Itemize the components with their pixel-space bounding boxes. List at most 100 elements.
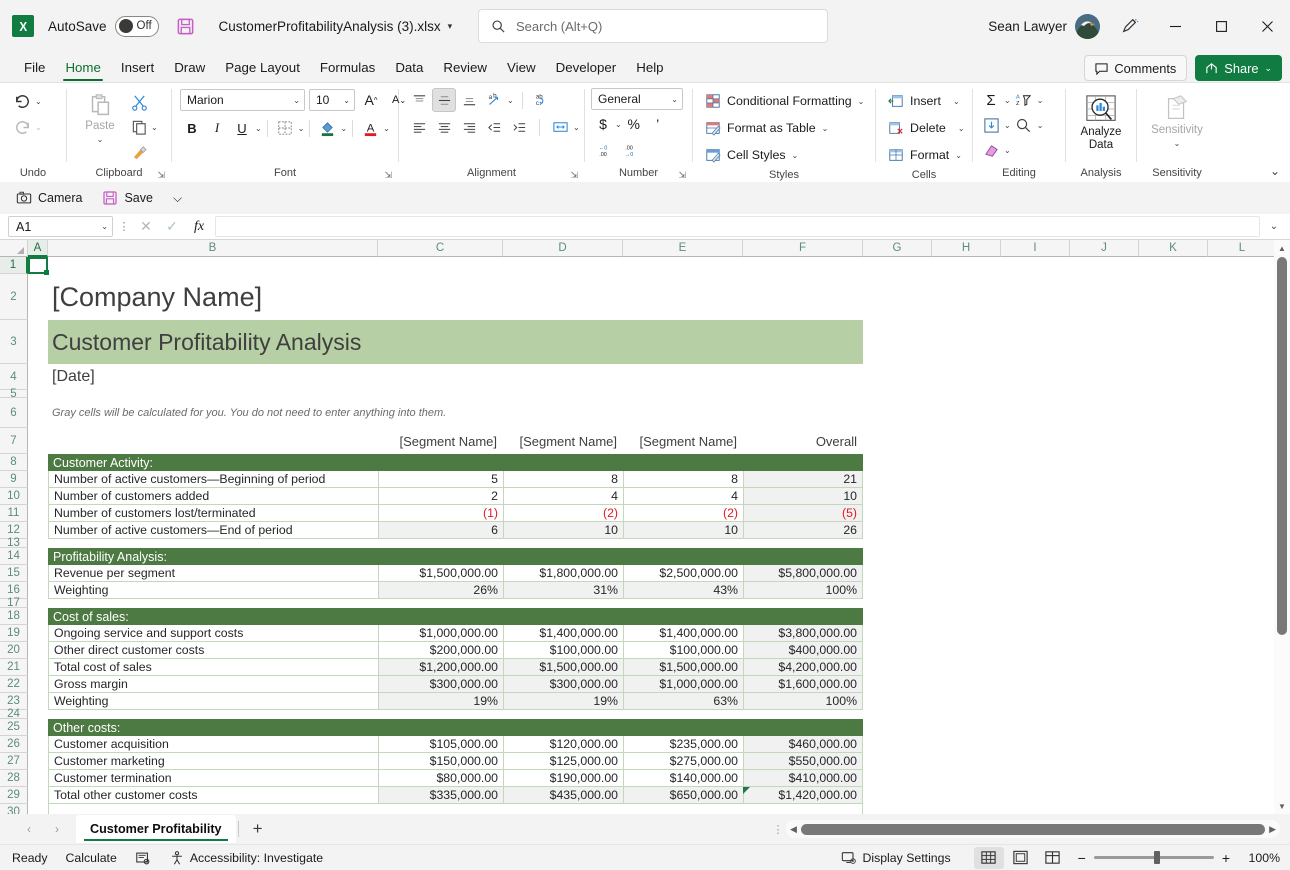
cell-value[interactable]: $235,000.00 (623, 736, 743, 753)
merge-center-button[interactable] (548, 115, 572, 139)
borders-caret[interactable]: ⌄ (298, 124, 305, 133)
format-painter-button[interactable] (127, 140, 151, 164)
sort-filter-caret[interactable]: ⌄ (1037, 96, 1044, 105)
format-as-table-button[interactable]: Format as Table ⌄ (701, 115, 832, 141)
font-dialog-launcher[interactable]: ⇲ (384, 168, 392, 182)
comments-button[interactable]: Comments (1084, 55, 1188, 81)
tab-formulas[interactable]: Formulas (310, 56, 385, 82)
font-size-combo[interactable]: 10 ⌄ (309, 89, 355, 111)
row-header-15[interactable]: 15 (0, 565, 28, 582)
insert-function-button[interactable]: fx (187, 216, 211, 237)
pen-icon[interactable] (1114, 10, 1146, 42)
row-header-1[interactable]: 1 (0, 257, 28, 274)
camera-button[interactable]: Camera (8, 187, 90, 209)
cell-value[interactable]: $400,000.00 (743, 642, 863, 659)
cell-value[interactable]: $1,000,000.00 (623, 676, 743, 693)
underline-caret[interactable]: ⌄ (255, 124, 262, 133)
cell-styles-button[interactable]: Cell Styles ⌄ (701, 142, 802, 168)
row-header-4[interactable]: 4 (0, 364, 28, 390)
column-header-B[interactable]: B (48, 240, 378, 257)
cell-value[interactable]: 31% (503, 582, 623, 599)
zoom-level-label[interactable]: 100% (1240, 851, 1280, 865)
cell-value[interactable]: 10 (623, 522, 743, 539)
cell-value[interactable]: $650,000.00 (623, 787, 743, 804)
row-header-24[interactable]: 24 (0, 708, 28, 720)
cell-note[interactable]: Gray cells will be calculated for you. Y… (48, 398, 668, 428)
confirm-entry-button[interactable]: ✓ (161, 216, 183, 237)
row-label[interactable]: Number of customers added (48, 488, 378, 505)
row-header-17[interactable]: 17 (0, 597, 28, 609)
font-color-caret[interactable]: ⌄ (383, 124, 390, 133)
cell-value[interactable]: $435,000.00 (503, 787, 623, 804)
tab-developer[interactable]: Developer (546, 56, 627, 82)
cell-value[interactable]: $550,000.00 (743, 753, 863, 770)
sensitivity-button[interactable]: Sensitivity ⌄ (1143, 90, 1211, 150)
page-break-view-button[interactable] (1038, 847, 1068, 869)
tab-view[interactable]: View (497, 56, 546, 82)
cell-value[interactable]: 43% (623, 582, 743, 599)
vertical-scrollbar[interactable]: ▲ ▼ (1274, 240, 1290, 814)
paste-button[interactable]: Paste ⌄ (77, 88, 123, 146)
clear-caret[interactable]: ⌄ (1004, 146, 1011, 155)
cell-value[interactable]: $100,000.00 (503, 642, 623, 659)
autosum-caret[interactable]: ⌄ (1004, 96, 1011, 105)
accessibility-checker-button[interactable]: Accessibility: Investigate (160, 847, 332, 869)
row-header-13[interactable]: 13 (0, 537, 28, 549)
increase-decimal-button[interactable]: ←0.00 (591, 138, 615, 162)
fill-color-button[interactable] (315, 116, 339, 140)
vertical-scroll-thumb[interactable] (1277, 257, 1287, 635)
number-format-combo[interactable]: General ⌄ (591, 88, 683, 110)
column-header-E[interactable]: E (623, 240, 743, 257)
autosum-button[interactable]: Σ (979, 88, 1003, 112)
cell-value[interactable]: $100,000.00 (623, 642, 743, 659)
decrease-indent-button[interactable] (482, 115, 506, 139)
align-top-button[interactable] (407, 88, 431, 112)
column-header-I[interactable]: I (1001, 240, 1070, 257)
tab-draw[interactable]: Draw (164, 56, 215, 82)
scroll-left-button[interactable]: ◀ (790, 824, 797, 835)
fill-color-caret[interactable]: ⌄ (340, 124, 347, 133)
row-header-22[interactable]: 22 (0, 676, 28, 693)
cell-value[interactable]: $1,000,000.00 (378, 625, 503, 642)
undo-caret[interactable]: ⌄ (35, 97, 42, 106)
row-header-5[interactable]: 5 (0, 388, 28, 400)
cell-company-name[interactable]: [Company Name] (48, 274, 748, 320)
cell-sheet-title[interactable]: Customer Profitability Analysis (48, 320, 863, 364)
row-label[interactable]: Customer termination (48, 770, 378, 787)
next-sheet-button[interactable]: › (44, 817, 70, 841)
sheet-tab-customer-profitability[interactable]: Customer Profitability (76, 815, 236, 843)
row-label[interactable]: Ongoing service and support costs (48, 625, 378, 642)
close-button[interactable] (1244, 0, 1290, 52)
cell-value[interactable]: 8 (503, 471, 623, 488)
row-header-10[interactable]: 10 (0, 488, 28, 505)
wrap-text-button[interactable]: ab c (531, 88, 555, 112)
zoom-track[interactable] (1093, 851, 1214, 864)
cell-value[interactable]: $1,500,000.00 (623, 659, 743, 676)
row-label[interactable]: Other direct customer costs (48, 642, 378, 659)
tab-home[interactable]: Home (55, 56, 110, 82)
row-header-26[interactable]: 26 (0, 736, 28, 753)
cell-value[interactable]: 100% (743, 693, 863, 710)
zoom-slider[interactable]: − + (1070, 850, 1238, 866)
cell-value[interactable]: $1,400,000.00 (623, 625, 743, 642)
cell-value[interactable]: $410,000.00 (743, 770, 863, 787)
cell-value[interactable]: $80,000.00 (378, 770, 503, 787)
cell-column-header-1[interactable]: [Segment Name] (378, 428, 503, 454)
select-all-button[interactable] (0, 240, 28, 257)
clear-button[interactable] (979, 138, 1003, 162)
cell-value[interactable]: $300,000.00 (378, 676, 503, 693)
cell-value[interactable]: $125,000.00 (503, 753, 623, 770)
column-header-D[interactable]: D (503, 240, 623, 257)
row-header-11[interactable]: 11 (0, 505, 28, 522)
orientation-button[interactable]: ab (482, 88, 506, 112)
borders-button[interactable] (273, 116, 297, 140)
name-box[interactable]: A1 ⌄ (8, 216, 113, 237)
cell-value[interactable]: 10 (743, 488, 863, 505)
underline-button[interactable]: U (230, 116, 254, 140)
tab-help[interactable]: Help (626, 56, 673, 82)
cell-column-header-4[interactable]: Overall (743, 428, 863, 454)
row-header-21[interactable]: 21 (0, 659, 28, 676)
cell-value[interactable]: 5 (378, 471, 503, 488)
tab-insert[interactable]: Insert (111, 56, 164, 82)
cell-value[interactable]: $460,000.00 (743, 736, 863, 753)
